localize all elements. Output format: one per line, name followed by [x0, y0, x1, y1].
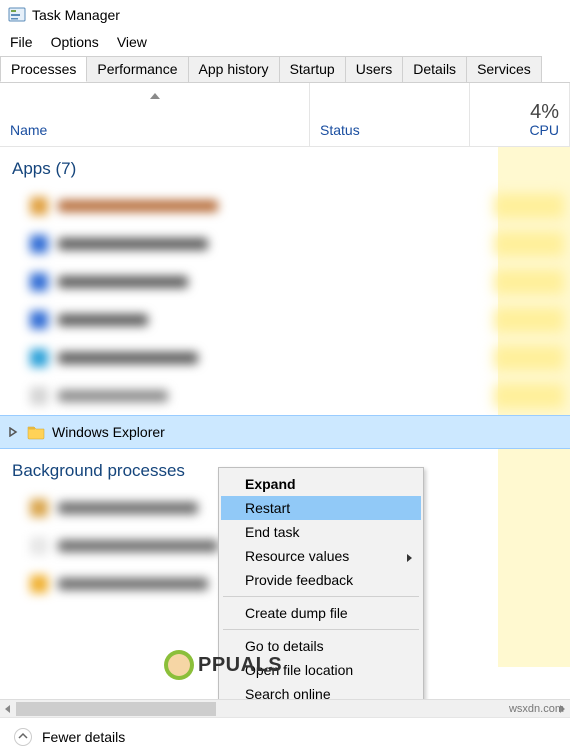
- ctx-resource-values-label: Resource values: [245, 548, 349, 564]
- tab-performance[interactable]: Performance: [86, 56, 188, 82]
- task-manager-icon: [8, 6, 26, 24]
- row-label: Windows Explorer: [52, 424, 165, 440]
- ctx-create-dump-file[interactable]: Create dump file: [221, 601, 421, 625]
- col-header-cpu[interactable]: 4% CPU: [470, 83, 570, 146]
- fewer-details-chevron-icon[interactable]: [14, 728, 32, 746]
- ctx-end-task[interactable]: End task: [221, 520, 421, 544]
- tab-startup[interactable]: Startup: [279, 56, 346, 82]
- menu-view[interactable]: View: [117, 34, 147, 50]
- scroll-left-arrow-icon[interactable]: [0, 700, 16, 718]
- ctx-resource-values[interactable]: Resource values: [221, 544, 421, 568]
- folder-icon: [26, 424, 46, 440]
- submenu-arrow-icon: [405, 550, 413, 566]
- footer: Fewer details: [0, 717, 570, 755]
- col-header-name[interactable]: Name: [0, 83, 310, 146]
- list-item: [0, 225, 570, 263]
- menu-separator: [223, 596, 419, 597]
- ctx-go-to-details[interactable]: Go to details: [221, 634, 421, 658]
- tab-processes[interactable]: Processes: [0, 56, 87, 82]
- context-menu: Expand Restart End task Resource values …: [218, 467, 424, 735]
- scroll-right-arrow-icon[interactable]: [554, 700, 570, 718]
- expand-chevron-icon[interactable]: [6, 427, 20, 437]
- titlebar: Task Manager: [0, 0, 570, 30]
- menu-options[interactable]: Options: [51, 34, 99, 50]
- ctx-open-file-location[interactable]: Open file location: [221, 658, 421, 682]
- column-headers: Name Status 4% CPU: [0, 83, 570, 147]
- col-header-status-label: Status: [320, 122, 459, 138]
- list-item: [0, 301, 570, 339]
- tab-services[interactable]: Services: [466, 56, 542, 82]
- ctx-expand[interactable]: Expand: [221, 472, 421, 496]
- col-header-status[interactable]: Status: [310, 83, 470, 146]
- row-windows-explorer[interactable]: Windows Explorer: [0, 415, 570, 449]
- fewer-details-link[interactable]: Fewer details: [42, 729, 125, 745]
- menu-separator: [223, 629, 419, 630]
- tab-app-history[interactable]: App history: [188, 56, 280, 82]
- cpu-total-percent: 4%: [480, 101, 559, 124]
- menubar: File Options View: [0, 30, 570, 56]
- tabstrip: Processes Performance App history Startu…: [0, 56, 570, 83]
- ctx-restart[interactable]: Restart: [221, 496, 421, 520]
- group-apps[interactable]: Apps (7): [0, 147, 570, 187]
- ctx-provide-feedback[interactable]: Provide feedback: [221, 568, 421, 592]
- col-header-name-label: Name: [10, 122, 299, 138]
- list-item: [0, 339, 570, 377]
- col-header-cpu-label: CPU: [529, 122, 559, 138]
- horizontal-scrollbar[interactable]: [0, 699, 570, 717]
- tab-details[interactable]: Details: [402, 56, 467, 82]
- menu-file[interactable]: File: [10, 34, 33, 50]
- list-item: [0, 187, 570, 225]
- list-item: [0, 263, 570, 301]
- tab-users[interactable]: Users: [345, 56, 404, 82]
- window-title: Task Manager: [32, 7, 120, 23]
- scrollbar-thumb[interactable]: [16, 702, 216, 716]
- list-item: [0, 377, 570, 415]
- sort-caret-up-icon: [149, 87, 161, 103]
